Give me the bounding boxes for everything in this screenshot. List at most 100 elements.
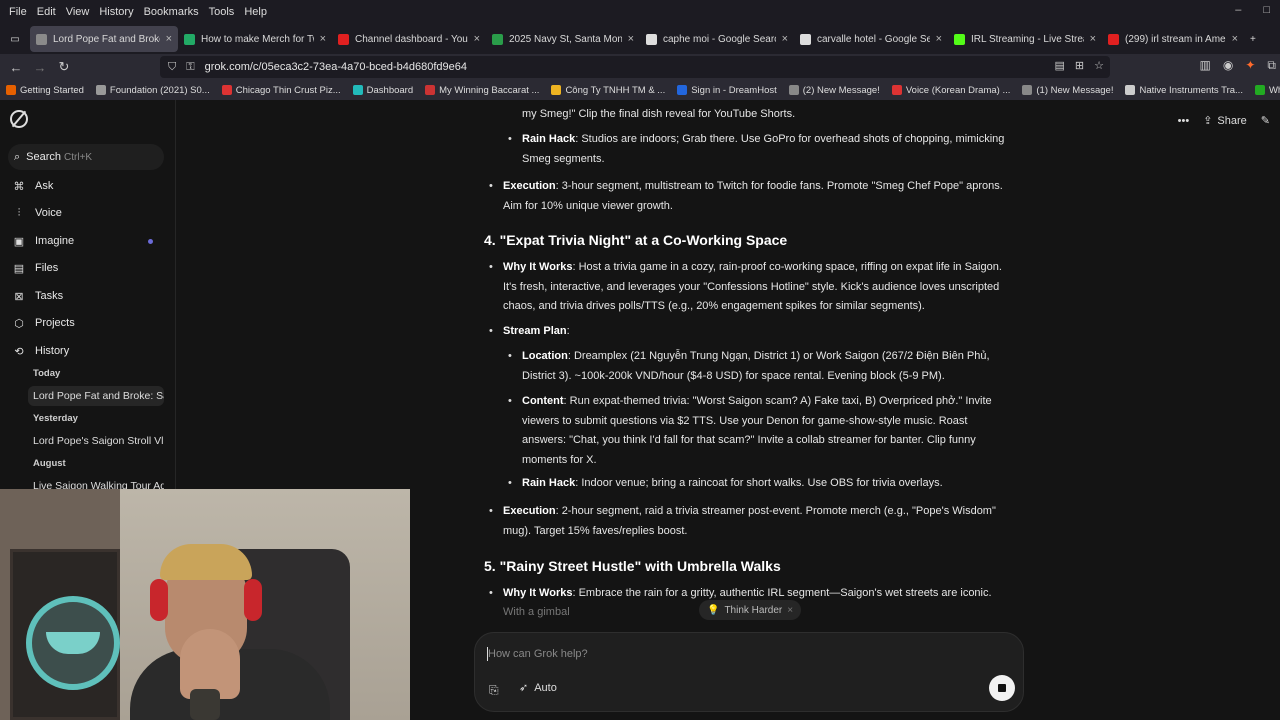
- browser-tab[interactable]: Lord Pope Fat and Broke: Saigo ×: [30, 26, 178, 52]
- bookmark-item[interactable]: Dashboard: [347, 85, 419, 96]
- tab-close-icon[interactable]: ×: [320, 33, 326, 45]
- tab-overview-icon[interactable]: ▭: [0, 26, 30, 52]
- bookmark-item[interactable]: Sign in - DreamHost: [671, 85, 783, 96]
- maximize-icon[interactable]: □: [1263, 4, 1270, 16]
- chat-input-box[interactable]: How can Grok help? ⎘ ➶ Auto: [474, 632, 1024, 712]
- sidebar-item-voice[interactable]: ⫶ Voice: [12, 203, 162, 223]
- list-item: Execution: 2-hour segment, raid a trivia…: [489, 502, 1013, 541]
- browser-tab[interactable]: carvalle hotel - Google Search ×: [794, 26, 948, 52]
- search-label: Search: [26, 151, 62, 163]
- bookmark-item[interactable]: Chicago Thin Crust Piz...: [216, 85, 347, 96]
- shield-icon: ⛉: [168, 60, 177, 73]
- sidebar-item-projects[interactable]: ⬡ Projects: [12, 313, 162, 333]
- stop-button[interactable]: [989, 675, 1015, 701]
- sidebar-item-history[interactable]: ⟲ History: [12, 341, 162, 361]
- close-icon[interactable]: ×: [787, 605, 793, 616]
- tab-close-icon[interactable]: ×: [1232, 33, 1238, 45]
- bookmark-item[interactable]: My Winning Baccarat ...: [419, 85, 545, 96]
- bookmark-star-icon[interactable]: ☆: [1094, 59, 1104, 72]
- bookmark-item[interactable]: Công Ty TNHH TM & ...: [545, 85, 671, 96]
- reader-view-icon[interactable]: ▤: [1055, 59, 1065, 72]
- tab-close-icon[interactable]: ×: [474, 33, 480, 45]
- menu-item-tools[interactable]: Tools: [204, 6, 240, 18]
- menu-item-edit[interactable]: Edit: [32, 6, 61, 18]
- history-item[interactable]: Lord Pope's Saigon Stroll Vl: [28, 431, 164, 451]
- bookmark-item[interactable]: Native Instruments Tra...: [1119, 85, 1248, 96]
- sidebar-item-imagine[interactable]: ▣ Imagine: [12, 231, 162, 251]
- projects-icon: ⬡: [14, 317, 24, 330]
- history-group-today: Today: [33, 368, 61, 379]
- headphones-left-icon: [150, 579, 168, 621]
- bookmark-item[interactable]: (2) New Message!: [783, 85, 886, 96]
- tab-close-icon[interactable]: ×: [782, 33, 788, 45]
- address-bar[interactable]: ⛉ ⚿ grok.com/c/05eca3c2-73ea-4a70-bced-b…: [160, 56, 1110, 78]
- bookmark-favicon-icon: [425, 85, 436, 95]
- browser-tab[interactable]: Channel dashboard - YouTube S ×: [332, 26, 486, 52]
- bookmark-item[interactable]: Voice (Korean Drama) ...: [886, 85, 1017, 96]
- more-options-icon[interactable]: •••: [1178, 115, 1190, 127]
- menu-item-view[interactable]: View: [61, 6, 95, 18]
- tab-label: IRL Streaming - Live Streams on: [971, 33, 1084, 45]
- sidebar-toggle-icon[interactable]: ▥: [1200, 58, 1211, 73]
- faded-text: With a gimbal: [503, 606, 570, 618]
- screenshot-icon[interactable]: ⊞: [1075, 59, 1084, 72]
- bookmark-item[interactable]: Why can't I delete FAT...: [1249, 85, 1280, 96]
- minimize-icon[interactable]: –: [1235, 4, 1241, 16]
- browser-tab[interactable]: 2025 Navy St, Santa Monica, CA ×: [486, 26, 640, 52]
- menu-item-help[interactable]: Help: [239, 6, 272, 18]
- account-icon[interactable]: ◉: [1223, 58, 1233, 73]
- think-harder-chip[interactable]: 💡 Think Harder ×: [699, 600, 802, 620]
- tab-close-icon[interactable]: ×: [936, 33, 942, 45]
- bookmark-item[interactable]: Foundation (2021) S0...: [90, 85, 216, 96]
- tasks-icon: ⊠: [14, 290, 24, 303]
- attach-paperclip-icon[interactable]: ⎘: [489, 683, 499, 698]
- grok-logo-icon[interactable]: [10, 110, 28, 128]
- sidebar-item-ask[interactable]: ⌘ Ask: [12, 176, 162, 196]
- new-tab-icon[interactable]: +: [1244, 26, 1264, 52]
- rocket-icon: ➶: [519, 682, 529, 694]
- sidebar-item-tasks[interactable]: ⊠ Tasks: [12, 286, 162, 306]
- bookmark-favicon-icon: [677, 85, 688, 95]
- extension-icon[interactable]: ✦: [1245, 58, 1255, 73]
- forward-arrow-icon[interactable]: →: [28, 60, 52, 75]
- tab-label: 2025 Navy St, Santa Monica, CA: [509, 33, 622, 45]
- bookmark-favicon-icon: [352, 85, 363, 95]
- search-shortcut: Ctrl+K: [64, 151, 93, 163]
- chat-input-placeholder: How can Grok help?: [488, 648, 588, 660]
- history-item[interactable]: Lord Pope Fat and Broke: Sa: [28, 386, 164, 406]
- menu-item-history[interactable]: History: [94, 6, 138, 18]
- tab-favicon-icon: [184, 33, 195, 45]
- menu-item-file[interactable]: File: [4, 6, 32, 18]
- back-arrow-icon[interactable]: ←: [4, 60, 28, 75]
- search-button[interactable]: ⌕ Search Ctrl+K: [8, 144, 164, 170]
- bookmark-favicon-icon: [551, 85, 562, 95]
- bookmark-item[interactable]: (1) New Message!: [1016, 85, 1119, 96]
- extensions-puzzle-icon[interactable]: ⧉: [1267, 58, 1276, 73]
- tab-favicon-icon: [800, 33, 811, 45]
- browser-tab[interactable]: How to make Merch for Twitch ×: [178, 26, 332, 52]
- browser-tab[interactable]: caphe moi - Google Search ×: [640, 26, 794, 52]
- lightbulb-icon: 💡: [707, 604, 720, 616]
- bookmark-favicon-icon: [6, 85, 16, 95]
- tab-close-icon[interactable]: ×: [628, 33, 634, 45]
- ask-icon: ⌘: [13, 180, 25, 193]
- browser-tab[interactable]: (299) irl stream in America 🇺🇸 D ×: [1102, 26, 1244, 52]
- mode-selector[interactable]: ➶ Auto: [519, 681, 557, 695]
- bookmark-favicon-icon: [788, 85, 799, 95]
- tab-favicon-icon: [646, 33, 657, 45]
- webcam-person-cap: [160, 544, 252, 580]
- reload-icon[interactable]: ↻: [52, 59, 76, 75]
- menu-item-bookmarks[interactable]: Bookmarks: [139, 6, 204, 18]
- tab-favicon-icon: [338, 33, 349, 45]
- pin-icon[interactable]: ✎: [1261, 114, 1270, 127]
- tab-close-icon[interactable]: ×: [166, 33, 172, 45]
- tab-label: (299) irl stream in America 🇺🇸 D: [1125, 33, 1226, 45]
- sidebar-item-files[interactable]: ▤ Files: [12, 258, 162, 278]
- list-item: Stream Plan:: [489, 322, 1013, 342]
- bookmark-item[interactable]: Getting Started: [0, 85, 90, 96]
- tab-close-icon[interactable]: ×: [1090, 33, 1096, 45]
- tab-favicon-icon: [1108, 33, 1119, 45]
- browser-tab[interactable]: IRL Streaming - Live Streams on ×: [948, 26, 1102, 52]
- list-item: Rain Hack: Indoor venue; bring a raincoa…: [508, 474, 1012, 494]
- share-button[interactable]: ⇪ Share: [1203, 114, 1247, 128]
